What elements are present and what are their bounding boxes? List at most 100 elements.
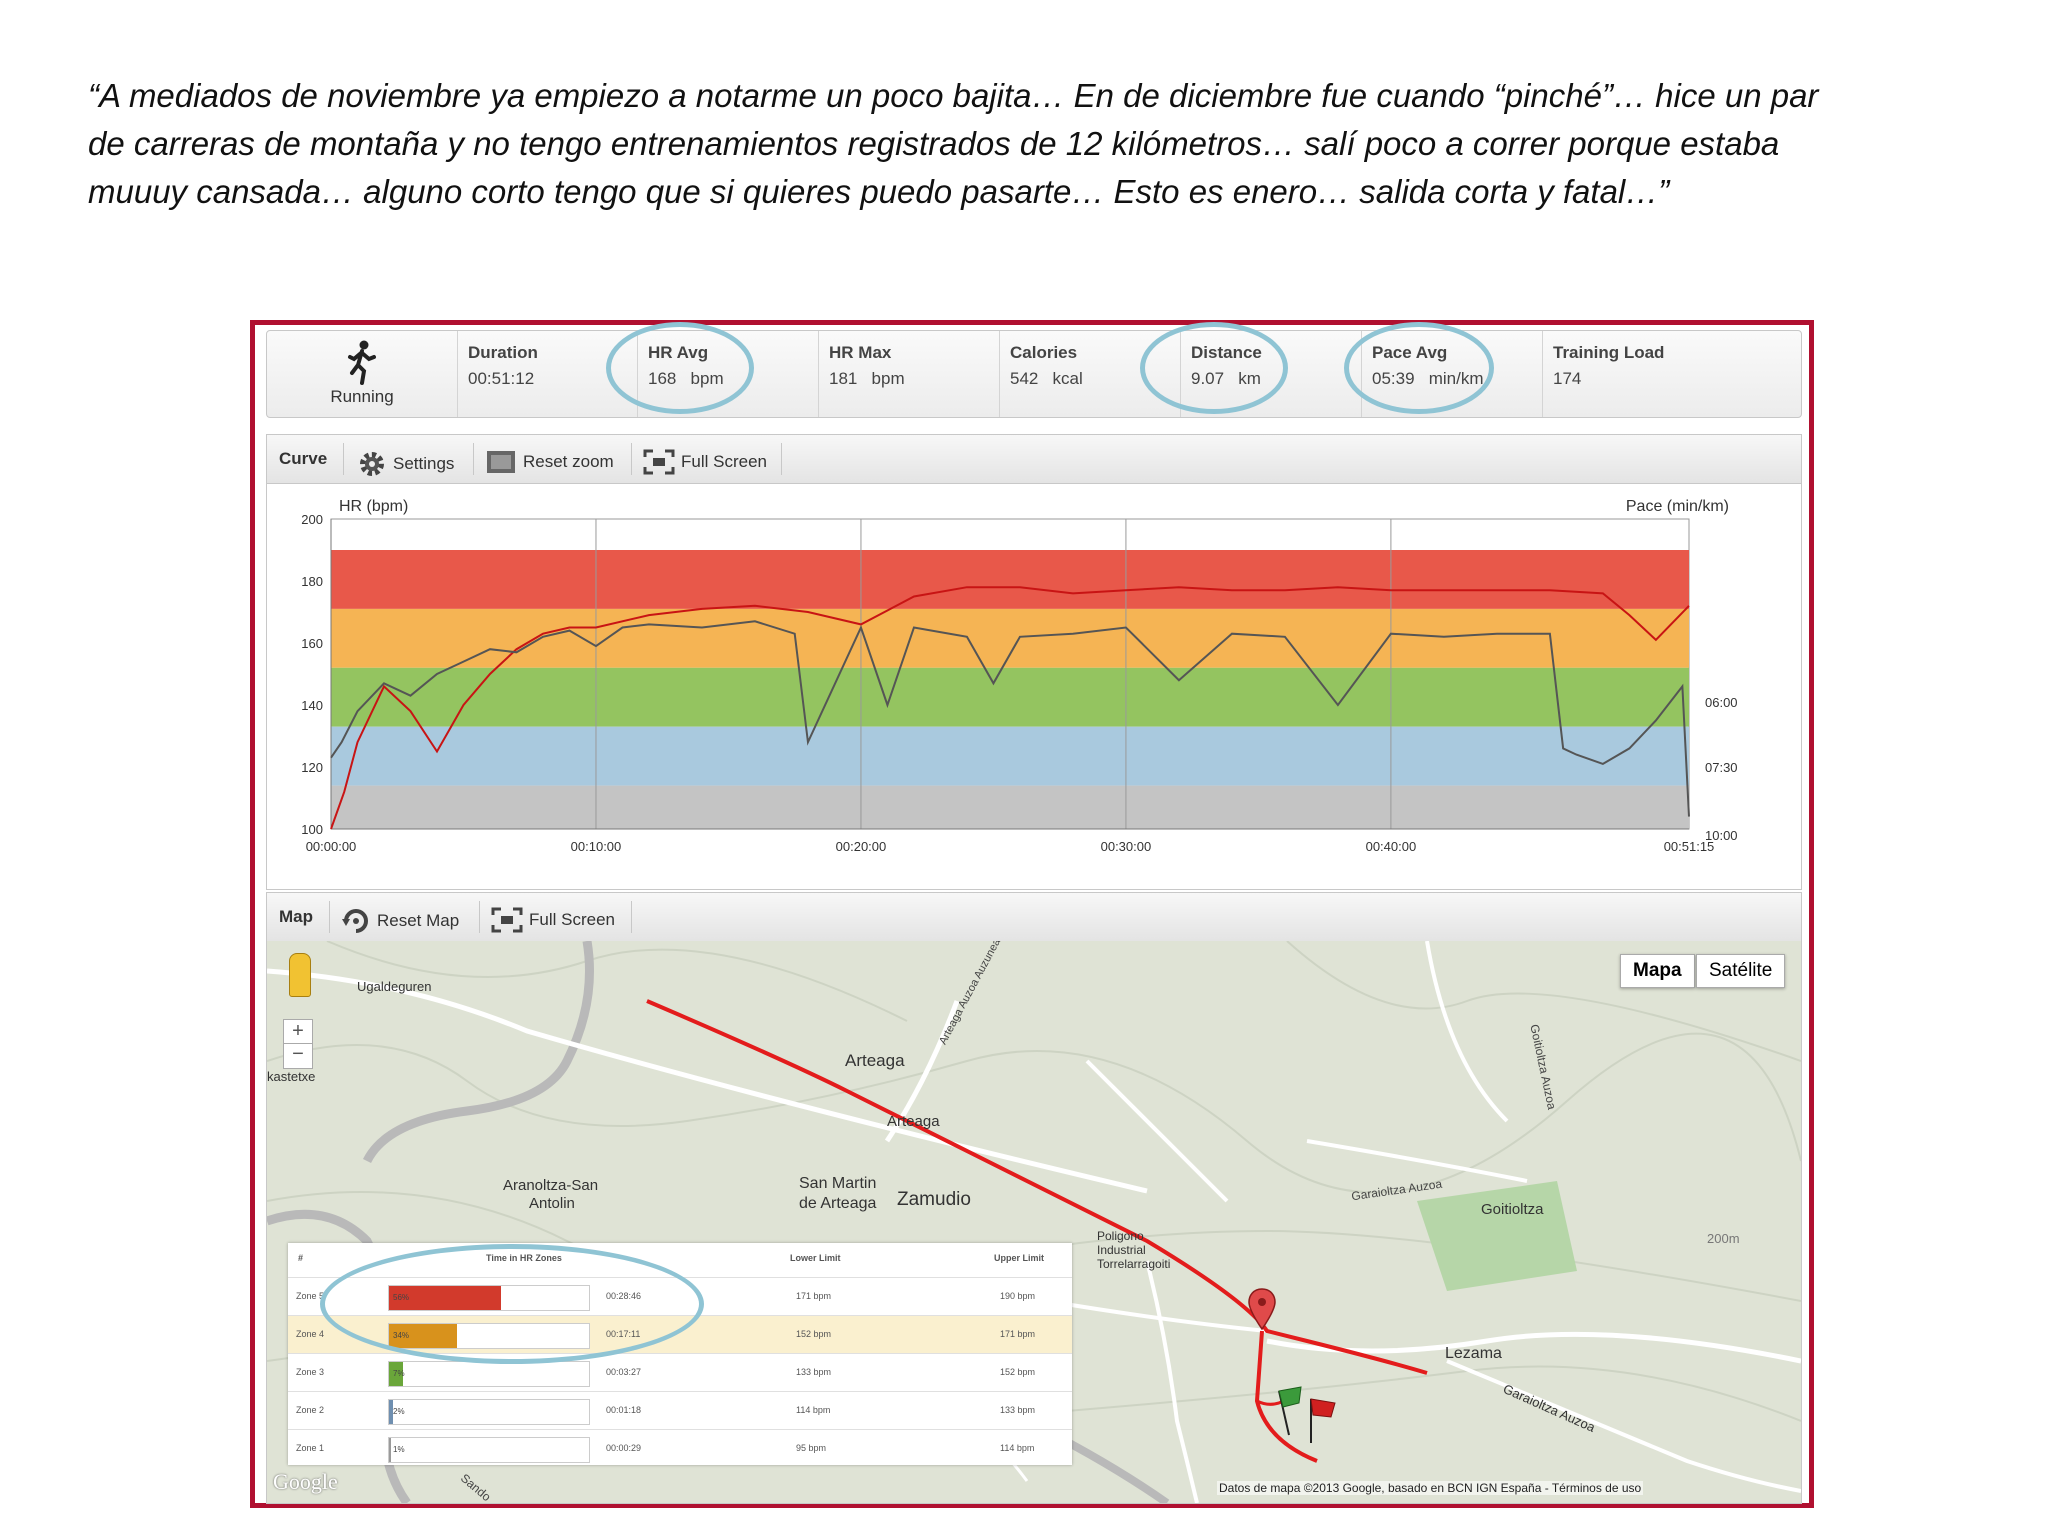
map-label: Aranoltza-San xyxy=(503,1177,599,1194)
y-tick-label: 180 xyxy=(301,574,323,589)
full-screen-icon xyxy=(643,449,675,475)
map-label: Torrelarragoiti xyxy=(1097,1257,1171,1271)
location-pin-icon xyxy=(1248,1288,1276,1331)
zone-upper-limit: 152 bpm xyxy=(1000,1367,1036,1377)
table-row: Zone 2 2% 00:01:18 114 bpm 133 bpm xyxy=(288,1391,1072,1430)
zone-bar-fill xyxy=(389,1438,391,1462)
x-tick-label: 00:00:00 xyxy=(306,839,357,854)
hr-zone-band xyxy=(331,550,1689,609)
map-label: Zamudio xyxy=(897,1189,971,1210)
stat-value: 542 kcal xyxy=(1010,369,1083,388)
stat-label: Training Load xyxy=(1553,343,1665,362)
activity-type: Running xyxy=(267,331,457,417)
toolbar-separator xyxy=(479,901,480,933)
y-axis-label: HR (bpm) xyxy=(339,498,408,515)
full-screen-label: Full Screen xyxy=(529,910,615,929)
zone-bar-track: 1% xyxy=(388,1437,590,1463)
map-type-button-mapa[interactable]: Mapa xyxy=(1620,954,1695,988)
x-tick-label: 00:51:15 xyxy=(1664,839,1715,854)
zone-lower-limit: 95 bpm xyxy=(796,1443,827,1453)
hr-pace-chart[interactable]: 20018016014012010006:0007:3010:0000:00:0… xyxy=(267,483,1801,889)
x-tick-label: 00:10:00 xyxy=(571,839,622,854)
reset-zoom-icon xyxy=(487,451,515,473)
table-row: Zone 1 1% 00:00:29 95 bpm 114 bpm xyxy=(288,1429,1072,1468)
map-label: Arteaga xyxy=(887,1113,940,1130)
map-full-screen-button[interactable]: Full Screen xyxy=(491,907,615,933)
map-label: San Martin xyxy=(799,1175,877,1192)
stat-training-load: Training Load 174 xyxy=(1542,331,1802,417)
stat-value: 174 xyxy=(1553,369,1582,388)
toolbar-separator xyxy=(329,901,330,933)
zone-pct-label: 2% xyxy=(393,1407,405,1416)
zoom-out-button[interactable]: − xyxy=(283,1043,313,1069)
zone-bar-track: 2% xyxy=(388,1399,590,1425)
table-header: Upper Limit xyxy=(994,1253,1045,1263)
table-header: # xyxy=(298,1253,304,1263)
map-label: Arteaga xyxy=(845,1051,905,1070)
google-logo: Google xyxy=(273,1469,338,1494)
zone-time: 00:01:18 xyxy=(606,1405,642,1415)
map-label: Poligono xyxy=(1097,1229,1144,1243)
zone-name: Zone 2 xyxy=(296,1405,325,1415)
stat-hr-max: HR Max 181 bpm xyxy=(818,331,1000,417)
quote-line-3: muuuy cansada… alguno corto tengo que si… xyxy=(88,173,1670,210)
y-tick-label: 140 xyxy=(301,698,323,713)
settings-button[interactable]: Settings xyxy=(357,449,454,479)
gear-icon xyxy=(360,452,384,476)
pace-axis-label: Pace (min/km) xyxy=(1626,498,1729,515)
full-screen-icon xyxy=(491,907,523,933)
toolbar-separator xyxy=(631,443,632,475)
table-header: Lower Limit xyxy=(790,1253,841,1263)
quote-line-1: “A mediados de noviembre ya empiezo a no… xyxy=(88,77,1819,114)
start-flag-icon xyxy=(1278,1386,1302,1436)
map-label: Industrial xyxy=(1097,1243,1146,1257)
quote-line-2: de carreras de montaña y no tengo entren… xyxy=(88,125,1780,162)
pace-tick-label: 07:30 xyxy=(1705,760,1738,775)
zoom-in-button[interactable]: + xyxy=(283,1019,313,1045)
map-label: kastetxe xyxy=(267,1069,316,1084)
zone-lower-limit: 171 bpm xyxy=(796,1291,832,1301)
highlight-ring xyxy=(1344,322,1494,414)
reset-zoom-label: Reset zoom xyxy=(523,452,614,471)
map-attribution: Datos de mapa ©2013 Google, basado en BC… xyxy=(1217,1481,1644,1495)
highlight-ring xyxy=(606,322,754,414)
x-tick-label: 00:20:00 xyxy=(836,839,887,854)
street-view-pegman-icon[interactable] xyxy=(289,953,311,997)
stat-label: HR Max xyxy=(829,343,892,362)
activity-summary-bar: Running Duration 00:51:12 HR Avg 168 bpm… xyxy=(266,330,1802,418)
zone-pct-label: 7% xyxy=(393,1369,405,1378)
curve-full-screen-button[interactable]: Full Screen xyxy=(643,449,767,475)
zone-name: Zone 3 xyxy=(296,1367,325,1377)
zone-time: 00:00:29 xyxy=(606,1443,642,1453)
map-label: Ugaldeguren xyxy=(357,979,432,994)
y-tick-label: 120 xyxy=(301,760,323,775)
hr-zone-band xyxy=(331,667,1689,727)
stat-value: 00:51:12 xyxy=(468,369,535,388)
zone-lower-limit: 133 bpm xyxy=(796,1367,832,1377)
reset-map-icon xyxy=(342,909,368,933)
map-label: Goitioltza xyxy=(1481,1201,1544,1218)
stat-value: 181 bpm xyxy=(829,369,905,388)
curve-title: Curve xyxy=(279,449,328,468)
finish-flag-icon xyxy=(1310,1398,1336,1443)
map-label: 200m xyxy=(1707,1231,1740,1246)
y-tick-label: 100 xyxy=(301,822,323,837)
y-tick-label: 200 xyxy=(301,512,323,527)
full-screen-label: Full Screen xyxy=(681,452,767,471)
map-type-button-satelite[interactable]: Satélite xyxy=(1696,954,1786,988)
zone-upper-limit: 190 bpm xyxy=(1000,1291,1036,1301)
zone-upper-limit: 133 bpm xyxy=(1000,1405,1036,1415)
highlight-ring xyxy=(320,1244,704,1364)
runner-icon xyxy=(348,340,376,385)
zone-upper-limit: 114 bpm xyxy=(1000,1443,1035,1453)
hr-zone-band xyxy=(331,785,1689,829)
stat-label: Calories xyxy=(1010,343,1078,362)
y-tick-label: 160 xyxy=(301,636,323,651)
x-tick-label: 00:40:00 xyxy=(1366,839,1417,854)
reset-zoom-button[interactable]: Reset zoom xyxy=(485,449,614,475)
zone-name: Zone 4 xyxy=(296,1329,325,1339)
map-label: Lezama xyxy=(1445,1345,1502,1362)
toolbar-separator xyxy=(473,443,474,475)
reset-map-button[interactable]: Reset Map xyxy=(341,907,459,935)
map-label: Antolin xyxy=(529,1195,575,1212)
